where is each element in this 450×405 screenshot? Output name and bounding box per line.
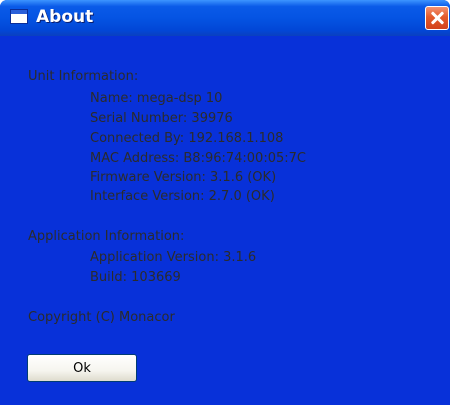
unit-interface-version: Interface Version: 2.7.0 (OK) bbox=[90, 189, 275, 204]
copyright-text: Copyright (C) Monacor bbox=[28, 310, 175, 325]
window-title: About bbox=[36, 7, 94, 27]
unit-firmware-version: Firmware Version: 3.1.6 (OK) bbox=[90, 170, 277, 185]
app-build: Build: 103669 bbox=[90, 270, 181, 285]
title-bar[interactable]: About bbox=[0, 0, 450, 36]
window-icon bbox=[10, 9, 28, 24]
close-button[interactable] bbox=[425, 6, 449, 30]
app-version: Application Version: 3.1.6 bbox=[90, 250, 257, 265]
unit-serial: Serial Number: 39976 bbox=[90, 111, 233, 126]
unit-info-heading: Unit Information: bbox=[28, 69, 139, 84]
ok-button[interactable]: Ok bbox=[27, 354, 137, 382]
unit-name: Name: mega-dsp 10 bbox=[90, 91, 223, 106]
app-info-heading: Application Information: bbox=[28, 229, 185, 244]
unit-mac-address: MAC Address: B8:96:74:00:05:7C bbox=[90, 151, 306, 166]
unit-connected-by: Connected By: 192.168.1.108 bbox=[90, 131, 284, 146]
